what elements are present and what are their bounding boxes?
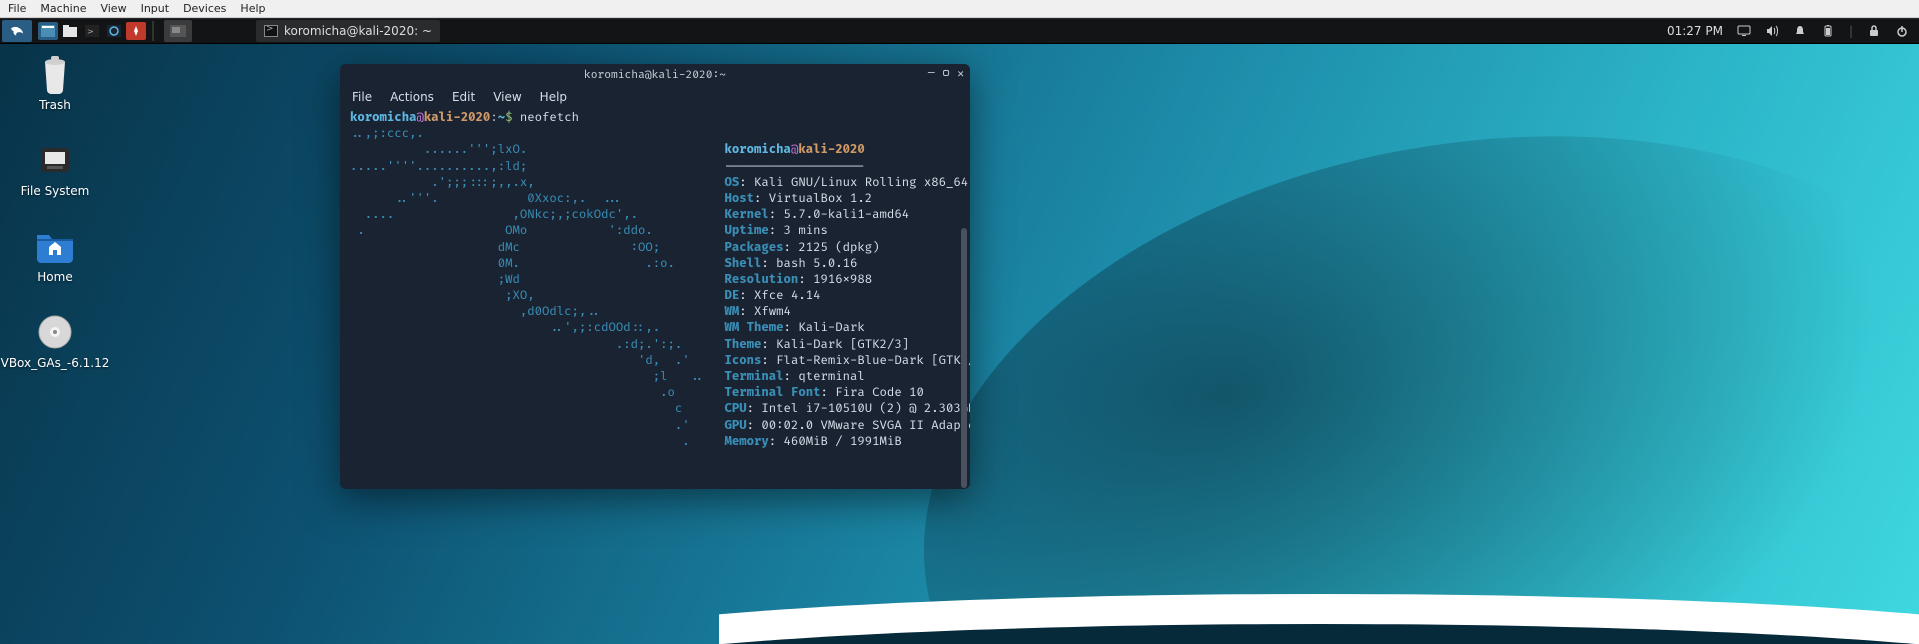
vbox-menu-file[interactable]: File [8,2,26,15]
notifications-tray-icon[interactable] [1793,24,1807,38]
show-desktop-icon[interactable] [38,22,58,40]
vbox-menu-input[interactable]: Input [141,2,169,15]
desktop-vbox-ga[interactable]: VBox_GAs_-6.1.12 [10,312,100,370]
battery-tray-icon[interactable] [1821,24,1835,38]
desktop-filesystem[interactable]: File System [10,140,100,198]
terminal-menubar: File Actions Edit View Help [340,86,970,108]
term-menu-help[interactable]: Help [540,90,567,104]
desktop-icon-label: Home [37,270,72,284]
kali-menu-launcher[interactable] [2,20,32,42]
vbox-menu-machine[interactable]: Machine [40,2,86,15]
desktop-trash[interactable]: Trash [10,54,100,112]
terminal-scrollbar[interactable] [961,228,967,488]
panel-clock[interactable]: 01:27 PM [1667,24,1723,38]
terminal-title: koromicha@kali-2020:~ [584,69,726,82]
neofetch-ascii: ..,;:ccc,. ......''';lxO. .....''''.....… [350,126,704,489]
volume-tray-icon[interactable] [1765,24,1779,38]
desktop-icon-label: Trash [39,98,71,112]
optical-disc-icon [35,312,75,352]
vbox-menu-help[interactable]: Help [240,2,265,15]
home-folder-icon [35,226,75,266]
vbox-host-menubar: File Machine View Input Devices Help [0,0,1919,18]
desktop-icon-label: VBox_GAs_-6.1.12 [1,356,110,370]
power-tray-icon[interactable] [1895,24,1909,38]
taskbar-terminal-window[interactable]: koromicha@kali-2020: ~ [256,20,440,42]
window-close-button[interactable]: ✕ [957,67,964,81]
term-menu-edit[interactable]: Edit [452,90,475,104]
metasploit-launcher[interactable] [126,22,146,40]
terminal-launcher[interactable]: > [82,22,102,40]
wallpaper-swoop [719,464,1919,644]
file-manager-launcher[interactable] [60,22,80,40]
term-menu-actions[interactable]: Actions [390,90,434,104]
vbox-menu-devices[interactable]: Devices [183,2,226,15]
vbox-menu-view[interactable]: View [100,2,126,15]
filesystem-icon [35,140,75,180]
kali-dragon-icon [9,23,25,39]
svg-text:>: > [87,27,94,36]
window-maximize-button[interactable]: ▢ [943,67,950,81]
terminal-window: koromicha@kali-2020:~ — ▢ ✕ File Actions… [340,64,970,489]
workspace-1[interactable] [164,20,192,42]
term-menu-file[interactable]: File [352,90,372,104]
terminal-titlebar[interactable]: koromicha@kali-2020:~ — ▢ ✕ [340,64,970,86]
terminal-icon [264,25,278,37]
prompt-line-1: koromicha@kali-2020:~$ neofetch [350,110,960,126]
window-minimize-button[interactable]: — [928,67,935,81]
trash-icon [35,54,75,94]
desktop-icon-label: File System [21,184,90,198]
desktop[interactable]: Trash File System Home VBox_GAs_-6.1.12 … [0,44,1919,644]
desktop-home[interactable]: Home [10,226,100,284]
kali-top-panel: > koromicha@kali-2020: ~ 01:27 PM | [0,18,1919,44]
term-menu-view[interactable]: View [493,90,521,104]
terminal-body[interactable]: koromicha@kali-2020:~$ neofetch ..,;:ccc… [340,108,970,489]
neofetch-info: koromicha@kali-2020 ------------------- … [724,126,970,489]
desktop-icons-container: Trash File System Home VBox_GAs_-6.1.12 [10,54,100,370]
browser-launcher[interactable] [104,22,124,40]
taskbar-window-title: koromicha@kali-2020: ~ [284,24,432,38]
display-tray-icon[interactable] [1737,24,1751,38]
lock-tray-icon[interactable] [1867,24,1881,38]
